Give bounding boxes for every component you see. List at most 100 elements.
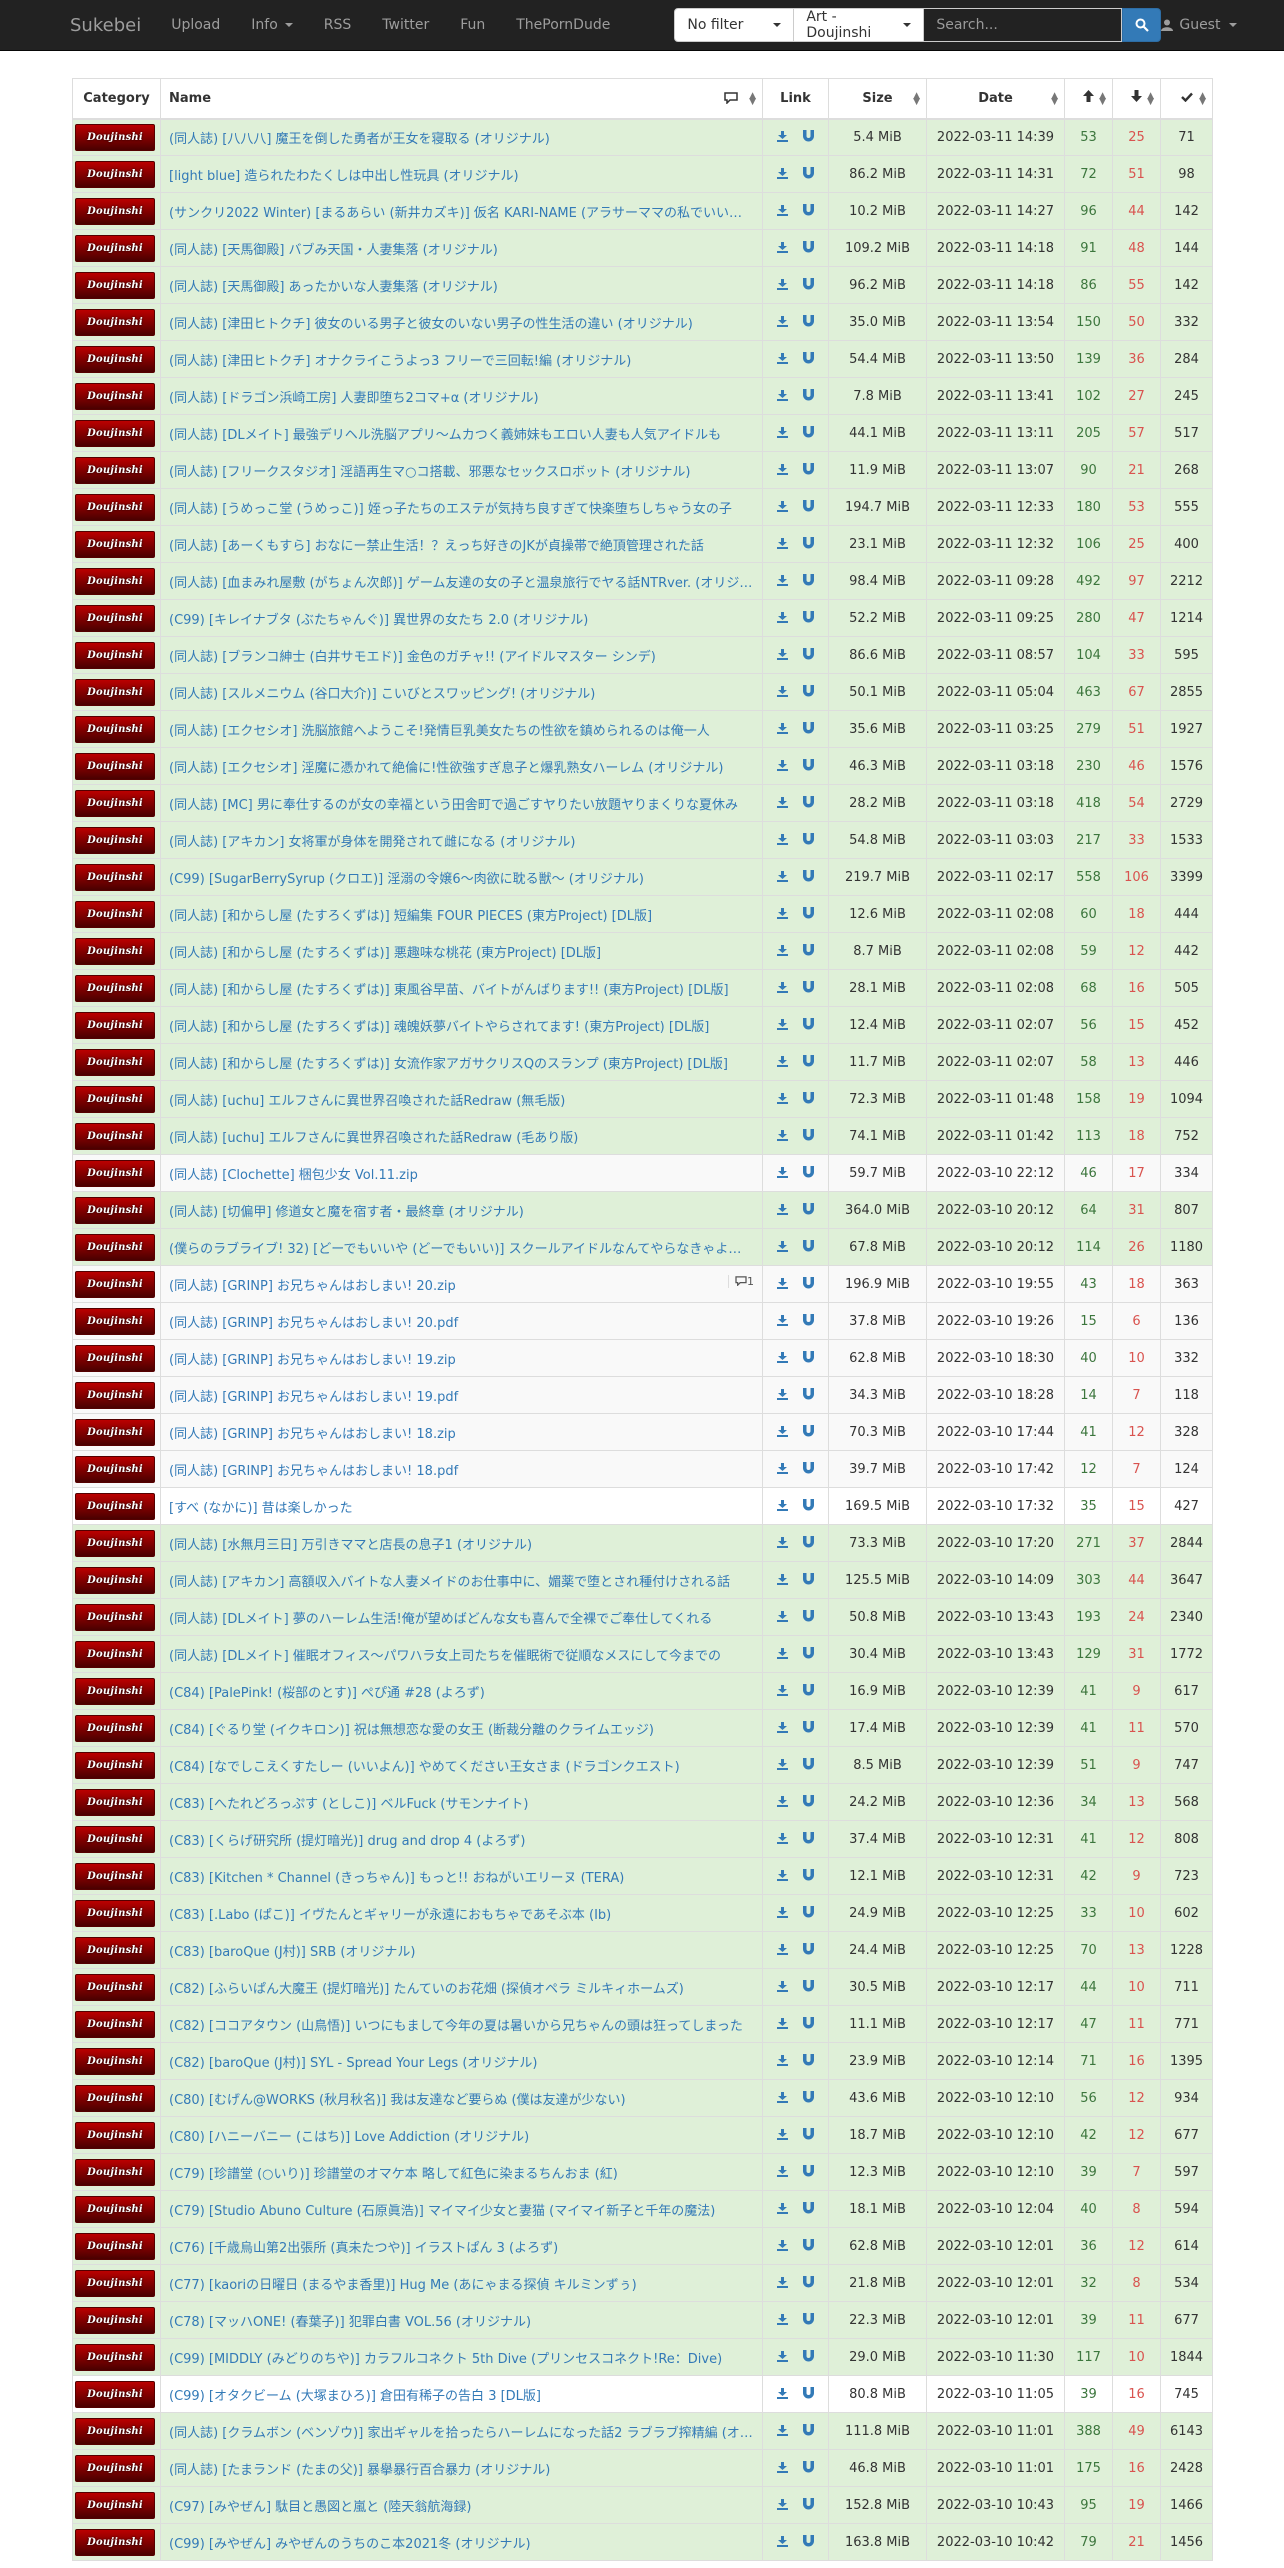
torrent-title-link[interactable]: (同人誌) [あーくもすら] おなにー禁止生活！？えっち好きのJKが貞操帯で絶頂… — [169, 539, 704, 554]
torrent-title-link[interactable]: (C99) [SugarBerrySyrup (クロエ)] 淫溺の令嬢6～肉欲に… — [169, 872, 644, 887]
torrent-title-link[interactable]: (同人誌) [水無月三日] 万引きママと店長の息子1 (オリジナル) — [169, 1538, 532, 1553]
download-icon[interactable] — [776, 2239, 788, 2251]
download-icon[interactable] — [776, 907, 788, 919]
nav-info[interactable]: Info — [251, 17, 293, 33]
torrent-title-link[interactable]: (同人誌) [和からし屋 (たすろくずは)] 短編集 FOUR PIECES (… — [169, 909, 652, 924]
category-badge[interactable]: Doujinshi — [75, 604, 155, 632]
category-badge[interactable]: Doujinshi — [75, 863, 155, 891]
magnet-icon[interactable] — [803, 1609, 815, 1622]
download-icon[interactable] — [776, 426, 788, 438]
category-badge[interactable]: Doujinshi — [75, 1529, 155, 1557]
magnet-icon[interactable] — [803, 1017, 815, 1030]
download-icon[interactable] — [776, 1536, 788, 1548]
download-icon[interactable] — [776, 2535, 788, 2547]
torrent-title-link[interactable]: (同人誌) [天馬御殿] あったかいな人妻集落 (オリジナル) — [169, 280, 498, 295]
magnet-icon[interactable] — [803, 2312, 815, 2325]
category-badge[interactable]: Doujinshi — [75, 1492, 155, 1520]
download-icon[interactable] — [776, 1758, 788, 1770]
download-icon[interactable] — [776, 352, 788, 364]
download-icon[interactable] — [776, 981, 788, 993]
download-icon[interactable] — [776, 1462, 788, 1474]
category-badge[interactable]: Doujinshi — [75, 345, 155, 373]
magnet-icon[interactable] — [803, 2238, 815, 2251]
category-badge[interactable]: Doujinshi — [75, 2232, 155, 2260]
category-badge[interactable]: Doujinshi — [75, 530, 155, 558]
torrent-title-link[interactable]: (C99) [オタクビーム (大塚まひろ)] 倉田有稀子の告白 3 [DL版] — [169, 2389, 541, 2404]
category-badge[interactable]: Doujinshi — [75, 1122, 155, 1150]
category-badge[interactable]: Doujinshi — [75, 1196, 155, 1224]
magnet-icon[interactable] — [803, 462, 815, 475]
torrent-title-link[interactable]: (C83) [くらげ研究所 (提灯暗光)] drug and drop 4 (よ… — [169, 1834, 525, 1849]
download-icon[interactable] — [776, 537, 788, 549]
download-icon[interactable] — [776, 315, 788, 327]
category-badge[interactable]: Doujinshi — [75, 2269, 155, 2297]
nav-fun[interactable]: Fun — [460, 17, 485, 33]
magnet-icon[interactable] — [803, 758, 815, 771]
category-badge[interactable]: Doujinshi — [75, 1677, 155, 1705]
category-badge[interactable]: Doujinshi — [75, 2195, 155, 2223]
category-badge[interactable]: Doujinshi — [75, 1751, 155, 1779]
download-icon[interactable] — [776, 1573, 788, 1585]
category-badge[interactable]: Doujinshi — [75, 456, 155, 484]
torrent-title-link[interactable]: (同人誌) [津田ヒトクチ] オナクライこうよっ3 フリーで三回転!編 (オリジ… — [169, 354, 631, 369]
magnet-icon[interactable] — [803, 1905, 815, 1918]
download-icon[interactable] — [776, 1795, 788, 1807]
torrent-title-link[interactable]: (同人誌) [津田ヒトクチ] 彼女のいる男子と彼女のいない男子の性生活の違い (… — [169, 317, 693, 332]
torrent-title-link[interactable]: (同人誌) [Clochette] 梱包少女 Vol.11.zip — [169, 1168, 418, 1183]
header-seeders[interactable]: ▲ ▼ — [1064, 78, 1113, 120]
torrent-title-link[interactable]: (C83) [へたれどろっぷす (としこ)] ベルFuck (サモンナイト) — [169, 1797, 528, 1812]
download-icon[interactable] — [776, 2165, 788, 2177]
magnet-icon[interactable] — [803, 1572, 815, 1585]
torrent-title-link[interactable]: (C83) [Kitchen * Channel (きっちゃん)] もっと!! … — [169, 1871, 624, 1886]
header-name[interactable]: Name ▲ ▼ — [160, 78, 763, 120]
download-icon[interactable] — [776, 685, 788, 697]
header-date[interactable]: Date ▲ ▼ — [926, 78, 1065, 120]
magnet-icon[interactable] — [803, 573, 815, 586]
category-badge[interactable]: Doujinshi — [75, 2491, 155, 2519]
torrent-title-link[interactable]: (同人誌) [切偏甲] 修道女と魔を宿す者・最終章 (オリジナル) — [169, 1205, 524, 1220]
download-icon[interactable] — [776, 574, 788, 586]
download-icon[interactable] — [776, 2202, 788, 2214]
magnet-icon[interactable] — [803, 2534, 815, 2547]
torrent-title-link[interactable]: (同人誌) [ドラゴン浜崎工房] 人妻即堕ち2コマ+α (オリジナル) — [169, 391, 539, 406]
category-badge[interactable]: Doujinshi — [75, 752, 155, 780]
torrent-title-link[interactable]: (同人誌) [和からし屋 (たすろくずは)] 東風谷早苗、バイトがんばります!!… — [169, 983, 729, 998]
download-icon[interactable] — [776, 1869, 788, 1881]
magnet-icon[interactable] — [803, 1424, 815, 1437]
download-icon[interactable] — [776, 944, 788, 956]
magnet-icon[interactable] — [803, 1313, 815, 1326]
download-icon[interactable] — [776, 611, 788, 623]
category-badge[interactable]: Doujinshi — [75, 567, 155, 595]
category-badge[interactable]: Doujinshi — [75, 1381, 155, 1409]
magnet-icon[interactable] — [803, 1276, 815, 1289]
magnet-icon[interactable] — [803, 1054, 815, 1067]
magnet-icon[interactable] — [803, 2460, 815, 2473]
torrent-title-link[interactable]: (同人誌) [GRINP] お兄ちゃんはおしまい! 18.pdf — [169, 1464, 458, 1479]
download-icon[interactable] — [776, 1684, 788, 1696]
nav-theporndude[interactable]: ThePornDude — [516, 17, 610, 33]
category-badge[interactable]: Doujinshi — [75, 2121, 155, 2149]
torrent-title-link[interactable]: (僕らのラブライブ! 32) [どーでもいいや (どーでもいい)] スクールアイ… — [169, 1242, 762, 1257]
download-icon[interactable] — [776, 1240, 788, 1252]
magnet-icon[interactable] — [803, 2275, 815, 2288]
torrent-title-link[interactable]: (同人誌) [和からし屋 (たすろくずは)] 悪趣味な桃花 (東方Project… — [169, 946, 601, 961]
download-icon[interactable] — [776, 167, 788, 179]
magnet-icon[interactable] — [803, 2016, 815, 2029]
magnet-icon[interactable] — [803, 721, 815, 734]
torrent-title-link[interactable]: (C82) [baroQue (J村)] SYL - Spread Your L… — [169, 2056, 537, 2071]
download-icon[interactable] — [776, 1388, 788, 1400]
download-icon[interactable] — [776, 2350, 788, 2362]
magnet-icon[interactable] — [803, 166, 815, 179]
download-icon[interactable] — [776, 241, 788, 253]
category-badge[interactable]: Doujinshi — [75, 308, 155, 336]
torrent-title-link[interactable]: (同人誌) [エクセシオ] 洗脳旅館へようこそ!発情巨乳美女たちの性欲を鎮められ… — [169, 724, 710, 739]
torrent-title-link[interactable]: [light blue] 造られたわたくしは中出し性玩具 (オリジナル) — [169, 169, 519, 184]
category-badge[interactable]: Doujinshi — [75, 974, 155, 1002]
torrent-title-link[interactable]: (同人誌) [クラムボン (ベンゾウ)] 家出ギャルを拾ったらハーレムになった話… — [169, 2426, 762, 2441]
download-icon[interactable] — [776, 500, 788, 512]
category-badge[interactable]: Doujinshi — [75, 1270, 155, 1298]
category-badge[interactable]: Doujinshi — [75, 2343, 155, 2371]
download-icon[interactable] — [776, 2017, 788, 2029]
magnet-icon[interactable] — [803, 1239, 815, 1252]
category-badge[interactable]: Doujinshi — [75, 2454, 155, 2482]
